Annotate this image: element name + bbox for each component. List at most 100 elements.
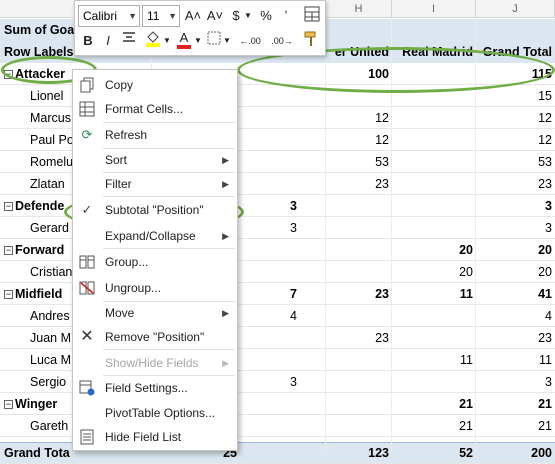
value-cell[interactable]: 200 [476, 442, 555, 464]
value-cell[interactable] [392, 327, 476, 349]
value-cell[interactable] [240, 129, 300, 151]
value-cell[interactable]: 20 [476, 261, 555, 283]
value-cell[interactable]: 12 [476, 107, 555, 129]
value-cell[interactable] [240, 107, 300, 129]
format-painter-icon[interactable] [301, 31, 321, 51]
value-cell[interactable] [300, 261, 392, 283]
value-cell[interactable] [392, 107, 476, 129]
value-cell[interactable]: 11 [476, 349, 555, 371]
menu-item-expand-collapse[interactable]: Expand/Collapse ▶ [73, 224, 237, 248]
value-cell[interactable] [392, 371, 476, 393]
value-cell[interactable]: 20 [476, 239, 555, 261]
chevron-down-icon[interactable]: ▼ [194, 31, 202, 51]
font-name-box[interactable]: Calibri ▼ [78, 5, 140, 27]
value-cell[interactable] [392, 129, 476, 151]
fill-color-icon[interactable] [143, 29, 163, 49]
value-cell[interactable]: 11 [392, 283, 476, 305]
borders-icon[interactable] [205, 31, 223, 51]
value-cell[interactable] [392, 85, 476, 107]
value-cell[interactable]: 12 [476, 129, 555, 151]
menu-item-refresh[interactable]: ⟳ Refresh [73, 123, 237, 147]
value-cell[interactable]: 7 [240, 283, 300, 305]
collapse-icon[interactable]: − [4, 246, 13, 256]
decrease-decimal-button[interactable]: ←.00 [235, 31, 265, 51]
chevron-down-icon[interactable]: ▼ [244, 6, 252, 26]
value-cell[interactable]: 21 [476, 393, 555, 415]
menu-item-remove[interactable]: ✕ Remove "Position" [73, 325, 237, 349]
value-cell[interactable]: 3 [240, 217, 300, 239]
value-cell[interactable] [240, 349, 300, 371]
value-cell[interactable] [240, 239, 300, 261]
column-header-i[interactable]: I [392, 0, 476, 18]
value-cell[interactable] [392, 195, 476, 217]
value-cell[interactable]: 21 [476, 415, 555, 437]
value-cell[interactable]: 23 [300, 283, 392, 305]
value-cell[interactable]: 20 [392, 261, 476, 283]
shrink-font-button[interactable]: A˅ [205, 6, 225, 26]
align-center-icon[interactable] [119, 31, 139, 51]
collapse-icon[interactable]: − [4, 202, 13, 212]
value-cell[interactable]: 23 [300, 173, 392, 195]
value-cell[interactable] [240, 415, 300, 437]
menu-item-copy[interactable]: Copy [73, 73, 237, 97]
collapse-icon[interactable]: − [4, 290, 13, 300]
value-cell[interactable] [300, 305, 392, 327]
value-cell[interactable]: 3 [476, 195, 555, 217]
value-cell[interactable]: 3 [476, 217, 555, 239]
value-cell[interactable]: 41 [476, 283, 555, 305]
value-cell[interactable]: 12 [300, 129, 392, 151]
font-size-box[interactable]: 11 ▼ [142, 5, 180, 27]
bold-button[interactable]: B [79, 31, 97, 51]
value-cell[interactable]: 21 [392, 415, 476, 437]
value-cell[interactable]: 20 [392, 239, 476, 261]
value-cell[interactable]: 23 [300, 327, 392, 349]
value-cell[interactable] [240, 442, 300, 464]
value-cell[interactable] [392, 151, 476, 173]
italic-button[interactable]: I [99, 31, 117, 51]
column-header-grand-total[interactable]: Grand Total [476, 41, 555, 63]
value-cell[interactable] [300, 393, 392, 415]
currency-button[interactable]: $ [228, 6, 244, 26]
value-cell[interactable] [392, 173, 476, 195]
value-cell[interactable]: 3 [476, 371, 555, 393]
value-cell[interactable] [240, 85, 300, 107]
value-cell[interactable] [240, 173, 300, 195]
value-cell[interactable] [392, 217, 476, 239]
value-cell[interactable] [240, 261, 300, 283]
value-cell[interactable] [300, 415, 392, 437]
value-cell[interactable]: 21 [392, 393, 476, 415]
format-painter-table-icon[interactable] [303, 6, 321, 26]
value-cell[interactable]: 15 [476, 85, 555, 107]
value-cell[interactable] [300, 349, 392, 371]
grow-font-button[interactable]: A˄ [183, 6, 203, 26]
collapse-icon[interactable]: − [4, 400, 13, 410]
menu-item-filter[interactable]: Filter ▶ [73, 172, 237, 196]
collapse-icon[interactable]: − [4, 70, 13, 80]
value-cell[interactable] [392, 305, 476, 327]
percent-button[interactable]: % [257, 6, 275, 26]
column-header-h[interactable]: H [326, 0, 392, 18]
value-cell[interactable]: 23 [476, 173, 555, 195]
column-header-real-madrid[interactable]: Real Madrid [392, 41, 476, 63]
comma-style-button[interactable]: ʼ [279, 6, 293, 26]
value-cell[interactable]: 52 [392, 442, 476, 464]
menu-item-subtotal[interactable]: ✓ Subtotal "Position" [73, 198, 237, 222]
value-cell[interactable] [240, 151, 300, 173]
increase-decimal-button[interactable]: .00→ [267, 31, 297, 51]
value-cell[interactable]: 100 [300, 63, 392, 85]
value-cell[interactable]: 12 [300, 107, 392, 129]
chevron-down-icon[interactable]: ▼ [163, 31, 171, 51]
menu-item-pivot-options[interactable]: PivotTable Options... [73, 401, 237, 425]
menu-item-sort[interactable]: Sort ▶ [73, 148, 237, 172]
value-cell[interactable]: 4 [240, 305, 300, 327]
font-color-icon[interactable]: A [175, 28, 193, 49]
value-cell[interactable]: 123 [300, 442, 392, 464]
value-cell[interactable] [240, 63, 300, 85]
value-cell[interactable] [392, 63, 476, 85]
value-cell[interactable] [300, 239, 392, 261]
menu-item-hide-field-list[interactable]: Hide Field List [73, 425, 237, 449]
menu-item-field-settings[interactable]: Field Settings... [73, 376, 237, 400]
value-cell[interactable]: 53 [300, 151, 392, 173]
value-cell[interactable] [240, 393, 300, 415]
menu-item-move[interactable]: Move ▶ [73, 301, 237, 325]
